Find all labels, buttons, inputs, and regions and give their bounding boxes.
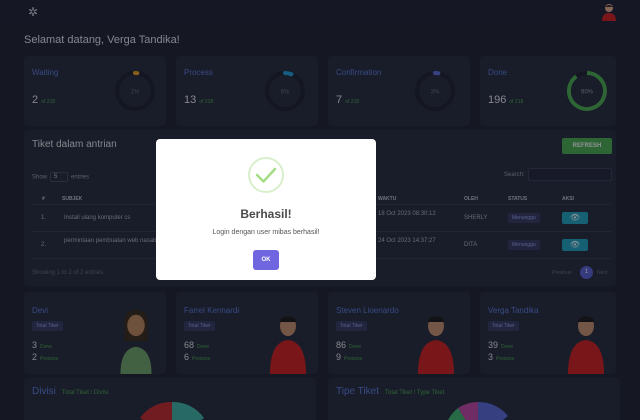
success-dialog: Berhasil! Login dengan user mibas berhas… bbox=[156, 139, 376, 280]
success-check-icon bbox=[248, 157, 284, 193]
ok-button[interactable]: OK bbox=[253, 250, 279, 270]
dialog-title: Berhasil! bbox=[240, 207, 292, 221]
dialog-message: Login dengan user mibas berhasil! bbox=[212, 229, 320, 236]
